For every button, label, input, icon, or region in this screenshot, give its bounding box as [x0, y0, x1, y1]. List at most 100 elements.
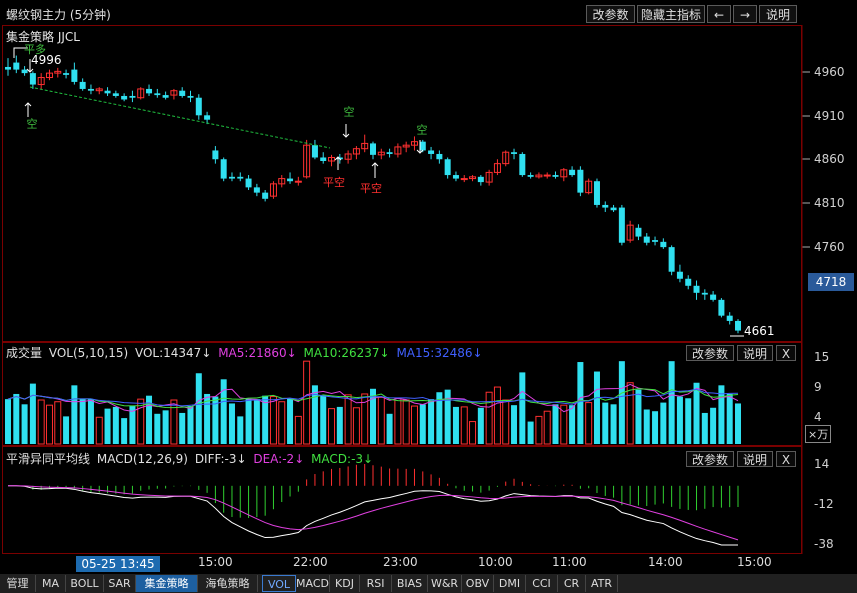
candle-body: [87, 88, 94, 91]
ma15-value: MA15:32486↓: [396, 346, 483, 360]
volume-bar: [394, 397, 402, 445]
ma5-value: MA5:21860↓: [218, 346, 297, 360]
volume-bar: [626, 382, 634, 445]
volume-bars: [5, 360, 741, 445]
y-tick-4760: 4760: [814, 240, 845, 254]
volume-bar: [278, 401, 286, 445]
bottom-tab-bar: 管理 MA BOLL SAR 集金策略 海龟策略 VOL MACD KDJ RS…: [0, 574, 857, 593]
candle-body: [146, 88, 153, 94]
macd-value: MACD:-3↓: [311, 452, 374, 466]
candle-body: [460, 178, 468, 181]
candle-body: [618, 207, 625, 243]
volume-bar: [585, 402, 593, 445]
volume-bar: [419, 404, 426, 444]
vol-y-tick-4: 4: [814, 410, 822, 424]
tab-boll[interactable]: BOLL: [66, 575, 104, 592]
tab-sar[interactable]: SAR: [104, 575, 136, 592]
candle-body: [187, 95, 194, 98]
candle-body: [311, 145, 318, 158]
candle-body: [419, 141, 426, 151]
y-tick-4810: 4810: [814, 196, 845, 210]
candle-body: [593, 181, 600, 205]
tab-rsi[interactable]: RSI: [360, 575, 392, 592]
volume-header: 成交量 VOL(5,10,15) VOL:14347↓ MA5:21860↓ M…: [6, 344, 486, 361]
volume-bar: [735, 403, 741, 444]
candle-body: [527, 175, 534, 177]
dea-value: DEA:-2↓: [253, 452, 305, 466]
macd-help-button[interactable]: 说明: [737, 451, 773, 467]
volume-bar: [54, 401, 62, 445]
volume-bar: [320, 395, 327, 444]
volume-bar: [527, 421, 534, 444]
candle-body: [511, 152, 518, 154]
volume-bar: [71, 385, 78, 444]
tab-ma[interactable]: MA: [36, 575, 66, 592]
volume-bar: [13, 393, 20, 444]
candle-body: [320, 157, 327, 161]
volume-bar: [195, 373, 202, 444]
volume-bar: [428, 399, 435, 444]
x-tick-1000: 10:00: [478, 555, 513, 569]
volume-change-params-button[interactable]: 改参数: [686, 345, 734, 361]
tab-bias[interactable]: BIAS: [392, 575, 428, 592]
volume-bar: [63, 416, 70, 444]
x-tick-1500: 15:00: [198, 555, 233, 569]
candle-body: [204, 115, 211, 120]
volume-bar: [668, 361, 675, 444]
volume-bar: [228, 403, 235, 444]
candle-body: [519, 153, 526, 176]
vol-value: VOL:14347↓: [134, 346, 212, 360]
tab-cr[interactable]: CR: [558, 575, 586, 592]
signal-kong-1: 空: [25, 118, 38, 129]
tab-haigui-strategy[interactable]: 海龟策略: [198, 575, 258, 592]
x-tick-1400: 14:00: [648, 555, 683, 569]
tab-cci[interactable]: CCI: [526, 575, 558, 592]
volume-bar: [21, 404, 28, 444]
volume-bar: [710, 407, 717, 444]
candle-body: [602, 204, 609, 208]
volume-bar: [485, 391, 493, 445]
candle-body: [436, 153, 443, 160]
candle-body: [685, 278, 692, 286]
macd-change-params-button[interactable]: 改参数: [686, 451, 734, 467]
macd-indicator: MACD(12,26,9): [96, 452, 188, 466]
candle-body: [552, 175, 559, 177]
chart-canvas[interactable]: [0, 0, 857, 593]
signal-ping-duo: 平多: [24, 43, 46, 56]
candle-body: [71, 69, 78, 82]
volume-bar: [237, 416, 244, 444]
volume-bar: [502, 399, 510, 445]
tab-wr[interactable]: W&R: [428, 575, 462, 592]
x-tick-2300: 23:00: [383, 555, 418, 569]
volume-bar: [652, 411, 659, 444]
volume-bar: [121, 418, 128, 444]
macd-histogram: [8, 464, 739, 546]
candle-body: [428, 150, 435, 154]
candle-body: [444, 159, 451, 176]
volume-bar: [701, 412, 708, 444]
volume-bar: [344, 394, 352, 445]
volume-bar: [253, 399, 260, 444]
trend-line-dashed: [29, 86, 331, 149]
tab-obv[interactable]: OBV: [462, 575, 494, 592]
volume-bar: [95, 416, 103, 445]
x-tick-2200: 22:00: [293, 555, 328, 569]
volume-close-button[interactable]: X: [776, 345, 796, 361]
cursor-date-tag: 05-25 13:45: [76, 556, 160, 572]
volume-help-button[interactable]: 说明: [737, 345, 773, 361]
tab-manage[interactable]: 管理: [0, 575, 36, 592]
tab-macd[interactable]: MACD: [296, 575, 330, 592]
candle-body: [676, 271, 683, 279]
tab-jijin-strategy[interactable]: 集金策略: [136, 575, 198, 592]
volume-bar: [352, 407, 360, 445]
volume-bar: [87, 399, 94, 444]
tab-vol[interactable]: VOL: [262, 575, 296, 592]
candle-body: [112, 93, 119, 96]
y-tick-4910: 4910: [814, 109, 845, 123]
candle-body: [253, 187, 260, 193]
tab-kdj[interactable]: KDJ: [330, 575, 360, 592]
candle-body: [179, 90, 186, 96]
tab-atr[interactable]: ATR: [586, 575, 618, 592]
tab-dmi[interactable]: DMI: [494, 575, 526, 592]
macd-close-button[interactable]: X: [776, 451, 796, 467]
